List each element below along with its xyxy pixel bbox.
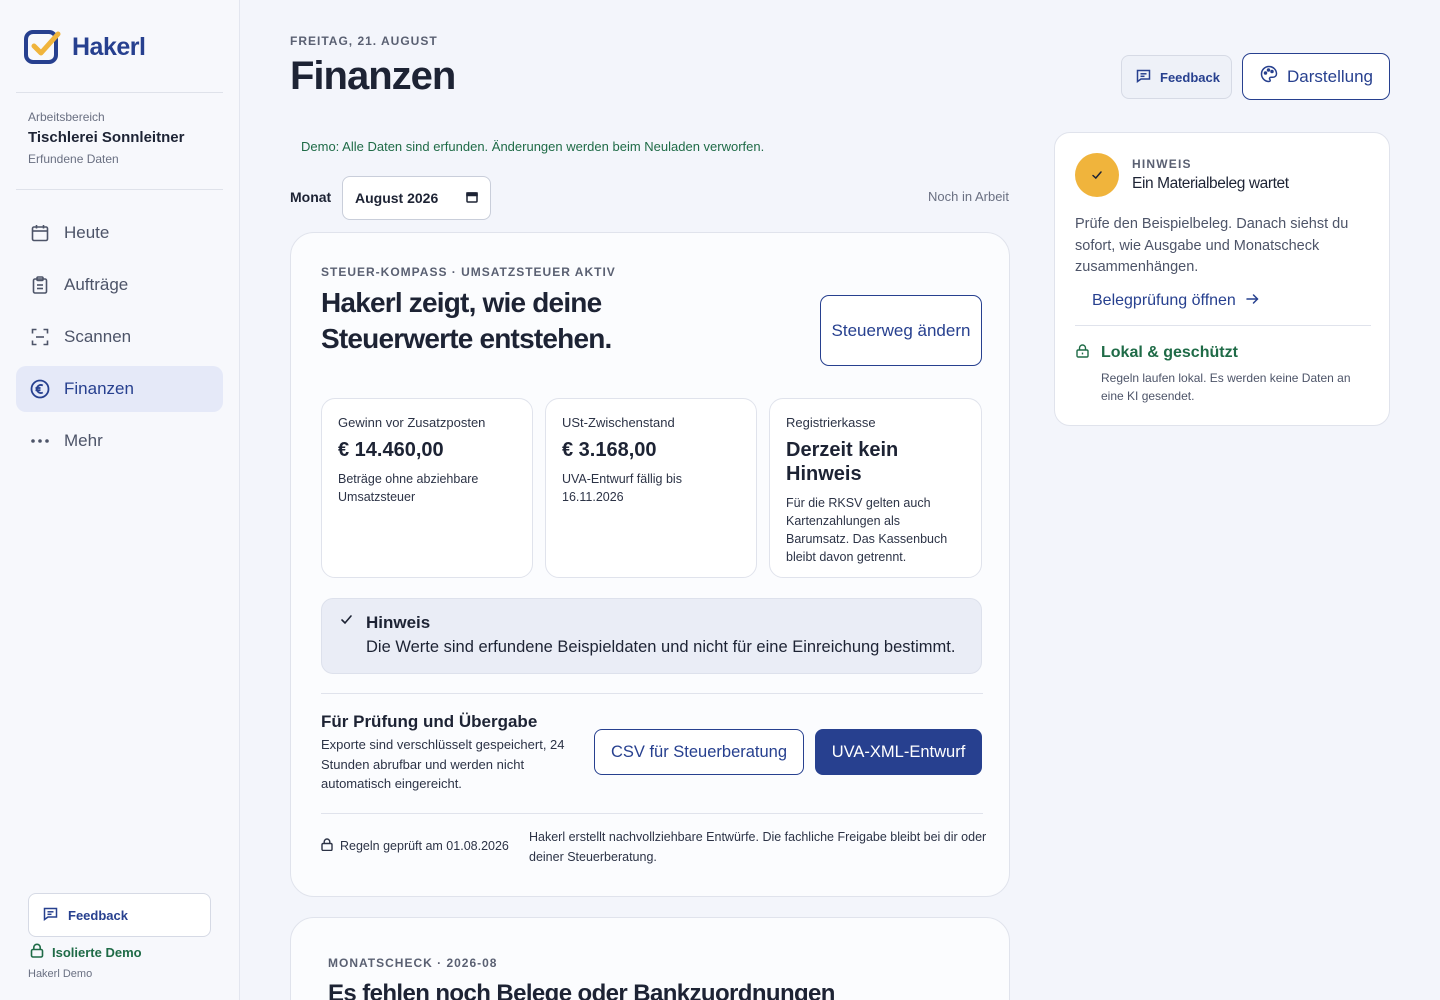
stat-card-cash-register: Registrierkasse Derzeit kein Hinweis Für…	[769, 398, 982, 578]
notice-text: Die Werte sind erfundene Beispieldaten u…	[366, 638, 956, 656]
nav-item-scannen[interactable]: Scannen	[16, 314, 223, 360]
stat-label: Registrierkasse	[786, 415, 876, 430]
divider	[1075, 325, 1371, 326]
month-label: Monat	[290, 189, 332, 205]
nav-label: Aufträge	[64, 275, 129, 294]
sidebar-feedback-button[interactable]: Feedback	[28, 893, 211, 937]
sidebar-divider	[16, 92, 223, 93]
clipboard-icon	[30, 275, 50, 295]
appearance-label: Darstellung	[1287, 66, 1373, 86]
month-status: Noch in Arbeit	[928, 189, 1009, 204]
nav-label: Heute	[64, 223, 110, 242]
feedback-icon	[43, 907, 58, 924]
sidebar-divider	[16, 189, 223, 190]
rules-checked: Regeln geprüft am 01.08.2026	[321, 838, 509, 854]
month-value: August 2026	[355, 190, 439, 206]
rules-note: Hakerl erstellt nachvollziehbare Entwürf…	[529, 830, 987, 864]
handover-text: Exporte sind verschlüsselt gespeichert, …	[321, 737, 565, 791]
nav-item-heute[interactable]: Heute	[16, 210, 223, 256]
demo-notice: Demo: Alle Daten sind erfunden. Änderung…	[301, 139, 765, 154]
change-tax-path-button[interactable]: Steuerweg ändern	[820, 295, 982, 366]
nav-label: Finanzen	[64, 379, 134, 398]
more-dots-icon	[30, 431, 50, 451]
workspace-label: Arbeitsbereich	[28, 110, 105, 124]
check-badge-icon	[1075, 153, 1119, 197]
stat-description: Beträge ohne abziehbare Umsatzsteuer	[338, 472, 479, 504]
page-title: Finanzen	[290, 54, 456, 98]
isolated-demo-status: Isolierte Demo	[30, 943, 142, 961]
hint-text: Prüfe den Beispielbeleg. Danach siehst d…	[1075, 216, 1349, 275]
stat-label: USt-Zwischenstand	[562, 415, 675, 430]
demo-sub-label: Hakerl Demo	[28, 968, 93, 980]
hint-kicker: HINWEIS	[1132, 157, 1192, 171]
feedback-icon	[1136, 69, 1151, 86]
stat-value: € 14.460,00	[338, 439, 444, 461]
hakerl-logo-icon	[24, 28, 62, 66]
stat-card-profit: Gewinn vor Zusatzposten € 14.460,00 Betr…	[321, 398, 533, 578]
nav-label: Mehr	[64, 431, 103, 450]
stat-description: Für die RKSV gelten auch Kartenzahlungen…	[786, 496, 948, 564]
feedback-label: Feedback	[1160, 69, 1220, 85]
scan-icon	[30, 327, 50, 347]
feedback-button[interactable]: Feedback	[1121, 55, 1232, 99]
workspace-info: Arbeitsbereich Tischlerei Sonnleitner Er…	[28, 110, 184, 166]
calendar-icon	[30, 223, 50, 243]
brand-name: Hakerl	[72, 32, 146, 61]
isolated-demo-label: Isolierte Demo	[52, 944, 142, 960]
sidebar: Hakerl Arbeitsbereich Tischlerei Sonnlei…	[0, 0, 240, 1000]
uva-xml-button[interactable]: UVA-XML-Entwurf	[815, 729, 982, 775]
csv-export-button[interactable]: CSV für Steuerberatung	[594, 729, 804, 775]
arrow-right-icon	[1246, 292, 1259, 310]
month-picker[interactable]: August 2026	[342, 176, 491, 220]
nav-label: Scannen	[64, 327, 132, 346]
lock-icon	[321, 838, 333, 854]
hint-title: Ein Materialbeleg wartet	[1132, 175, 1289, 192]
calendar-icon	[466, 190, 478, 206]
secure-text: Regeln laufen lokal. Es werden keine Dat…	[1101, 371, 1351, 403]
notice-title: Hinweis	[366, 613, 431, 632]
stat-description: UVA-Entwurf fällig bis 16.11.2026	[562, 472, 682, 504]
brand-logo[interactable]: Hakerl	[24, 28, 146, 66]
nav-item-mehr[interactable]: Mehr	[16, 418, 223, 464]
month-check-title: Es fehlen noch Belege oder Bankzuordnung…	[328, 980, 835, 1000]
tax-compass-kicker: STEUER-KOMPASS · UMSATZSTEUER AKTIV	[321, 265, 616, 279]
tax-compass-card: STEUER-KOMPASS · UMSATZSTEUER AKTIV Hake…	[290, 232, 1010, 897]
month-check-card: MONATSCHECK · 2026-08 Es fehlen noch Bel…	[290, 917, 1010, 1000]
rules-checked-label: Regeln geprüft am 01.08.2026	[340, 839, 509, 853]
current-date: FREITAG, 21. AUGUST	[290, 34, 438, 48]
lock-icon	[1076, 344, 1089, 363]
hint-card: HINWEIS Ein Materialbeleg wartet Prüfe d…	[1054, 132, 1390, 426]
appearance-button[interactable]: Darstellung	[1242, 53, 1390, 100]
stat-label: Gewinn vor Zusatzposten	[338, 415, 486, 430]
workspace-name: Tischlerei Sonnleitner	[28, 129, 185, 146]
nav-item-auftraege[interactable]: Aufträge	[16, 262, 223, 308]
nav-item-finanzen[interactable]: Finanzen	[16, 366, 223, 412]
check-icon	[340, 613, 353, 631]
handover-title: Für Prüfung und Übergabe	[321, 712, 538, 731]
secure-title: Lokal & geschützt	[1101, 344, 1238, 361]
notice-box: Hinweis Die Werte sind erfundene Beispie…	[321, 598, 982, 674]
palette-icon	[1260, 65, 1278, 88]
divider	[321, 813, 983, 814]
stat-card-vat: USt-Zwischenstand € 3.168,00 UVA-Entwurf…	[545, 398, 757, 578]
lock-icon	[30, 943, 44, 961]
main-nav: Heute Aufträge Scannen Finanzen Mehr	[16, 210, 223, 470]
open-receipt-check-link[interactable]: Belegprüfung öffnen	[1092, 292, 1259, 310]
workspace-sub: Erfundene Daten	[28, 152, 119, 166]
divider	[321, 693, 983, 694]
tax-compass-headline: Hakerl zeigt, wie deine Steuerwerte ents…	[321, 287, 612, 354]
stat-value: € 3.168,00	[562, 439, 657, 461]
euro-icon	[30, 379, 50, 399]
stat-value: Derzeit kein Hinweis	[786, 439, 899, 485]
month-check-kicker: MONATSCHECK · 2026-08	[328, 956, 498, 970]
link-label: Belegprüfung öffnen	[1092, 292, 1236, 309]
feedback-label: Feedback	[68, 907, 128, 923]
